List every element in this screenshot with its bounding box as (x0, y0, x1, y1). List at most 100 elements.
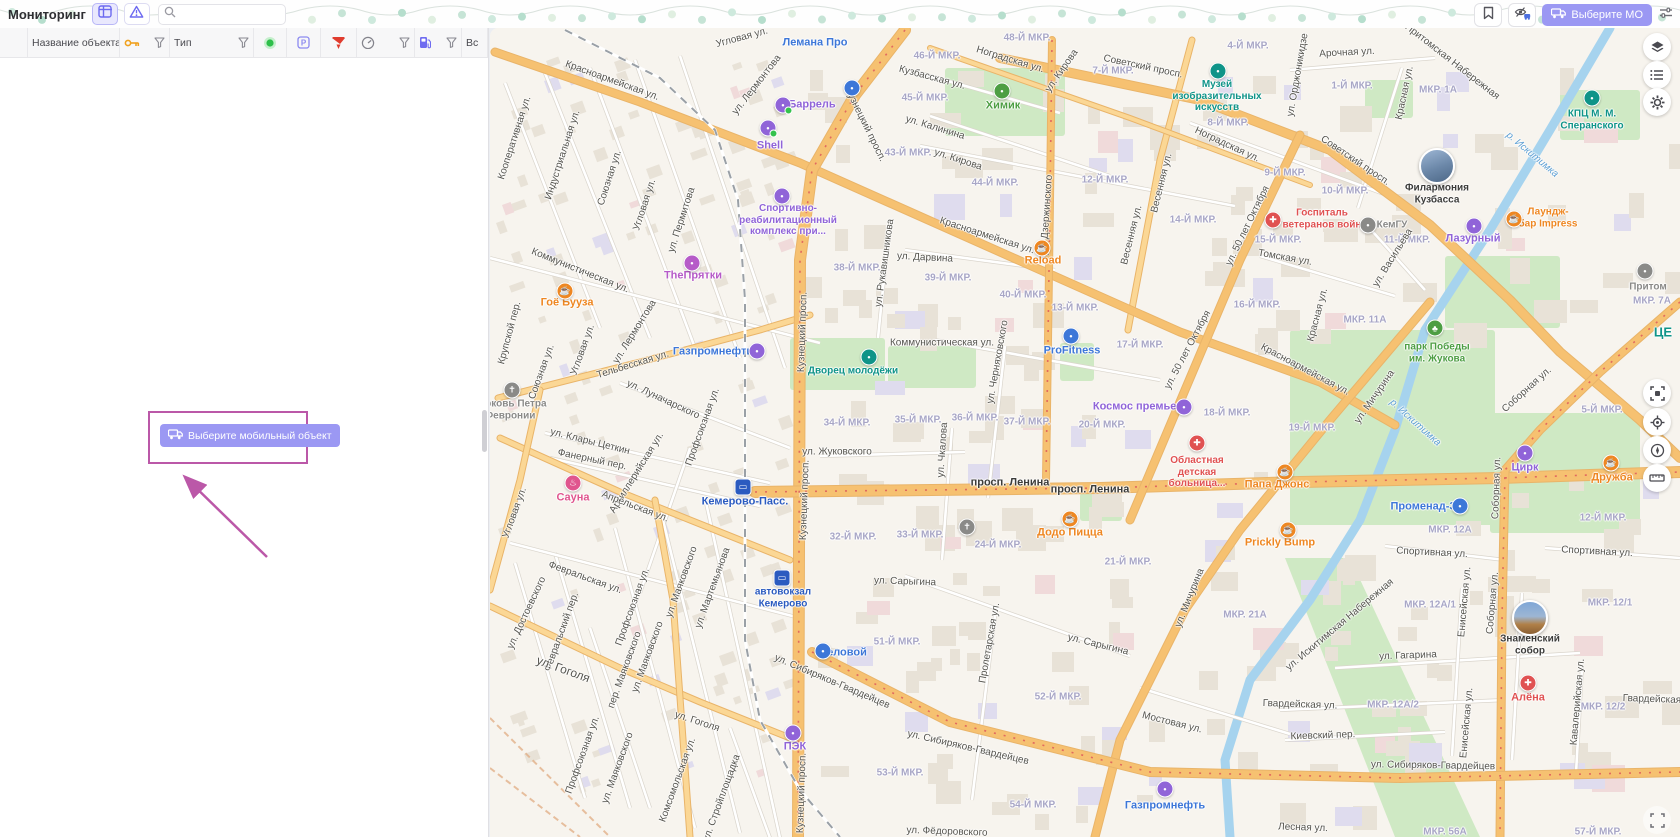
fit-bounds-button[interactable] (1643, 379, 1671, 407)
map-poi-label[interactable]: Дворец молодёжи (808, 365, 898, 377)
poi-marker[interactable]: • (1176, 399, 1193, 416)
poi-marker[interactable]: • (1063, 328, 1080, 345)
poi-marker[interactable]: ☕ (557, 283, 574, 300)
filter-icon[interactable] (399, 37, 410, 48)
filter-col-speed[interactable] (357, 28, 415, 57)
poi-marker[interactable]: ▭ (774, 570, 791, 587)
fullscreen-button[interactable] (1643, 806, 1671, 834)
map-poi-label[interactable]: Газпромнефть (1125, 800, 1205, 813)
hide-objects-button[interactable] (1508, 3, 1536, 27)
select-mobile-object-button[interactable]: Выберите мобильный объект (160, 424, 340, 447)
map-poi-label[interactable]: Газпромнефть (673, 346, 753, 359)
map-poi-label[interactable]: Областная детская больница... (1169, 455, 1226, 490)
poi-marker[interactable]: • (1360, 217, 1377, 234)
table-view-button[interactable] (92, 3, 118, 25)
map-poi-label[interactable]: Лазурный (1446, 233, 1501, 246)
poi-marker[interactable]: ☕ (1034, 240, 1051, 257)
filter-col-empty[interactable] (0, 28, 28, 57)
poi-marker[interactable]: • (1584, 90, 1601, 107)
poi-marker[interactable]: • (1157, 781, 1174, 798)
poi-marker[interactable]: ☕ (1277, 464, 1294, 481)
filter-col-object-name[interactable]: Название объекта (28, 28, 120, 57)
legend-button[interactable] (1643, 61, 1671, 89)
poi-marker[interactable]: • (749, 343, 766, 360)
filter-icon[interactable] (154, 37, 165, 48)
map-poi-label[interactable]: Алёна (1511, 692, 1545, 705)
map-poi-label[interactable]: Баррель (788, 99, 835, 112)
map-poi-label[interactable]: просп. Ленина (971, 477, 1050, 490)
measure-button[interactable] (1643, 464, 1671, 492)
poi-marker[interactable]: ☕ (1062, 511, 1079, 528)
filter-icon[interactable] (446, 37, 457, 48)
map-poi-label[interactable]: Кемерово-Пасс. (702, 496, 789, 509)
map-poi-label[interactable]: парк Победы им. Жукова (1404, 342, 1469, 365)
filter-col-fuel[interactable] (415, 28, 462, 57)
poi-marker[interactable]: • (1517, 445, 1534, 462)
map-poi-label[interactable]: ЦЕ (1654, 326, 1672, 341)
alerts-button[interactable] (124, 3, 150, 25)
poi-marker[interactable]: • (1452, 498, 1469, 515)
map-poi-label[interactable]: автовокзал Кемерово (755, 587, 811, 610)
map-poi-label[interactable]: Reload (1025, 255, 1062, 268)
layers-button[interactable] (1643, 33, 1671, 61)
filter-col-status[interactable] (254, 28, 287, 57)
filter-col-signal[interactable] (321, 28, 357, 57)
map-poi-label[interactable]: Prickly Bump (1245, 537, 1315, 550)
map-poi-label[interactable]: Лаундж- бар Impress (1519, 207, 1578, 230)
panel-scrollbar[interactable] (482, 410, 487, 452)
map-poi-label[interactable]: просп. Ленина (1051, 484, 1130, 497)
photo-marker[interactable] (1419, 148, 1455, 184)
poi-marker[interactable]: ▭ (735, 479, 752, 496)
map-poi-label[interactable]: ПЭК (784, 741, 806, 754)
map-poi-label[interactable]: Сауна (556, 492, 589, 505)
select-mo-button[interactable]: Выберите МО (1542, 4, 1652, 26)
map-area[interactable]: Лемана ПроБаррельShellКрасноармейская ул… (490, 28, 1680, 837)
compass-button[interactable] (1643, 436, 1671, 464)
search-input[interactable] (176, 7, 270, 21)
map-poi-label[interactable]: Космос премьер (1093, 401, 1183, 414)
map-poi-label[interactable]: церковь Петра Февронии (490, 399, 547, 422)
poi-marker[interactable]: • (1637, 263, 1654, 280)
poi-marker[interactable]: ✚ (1520, 675, 1537, 692)
poi-marker[interactable]: • (844, 80, 861, 97)
map-poi-label[interactable]: ProFitness (1044, 345, 1101, 358)
poi-marker[interactable]: • (861, 349, 878, 366)
map-poi-label[interactable]: Цирк (1511, 462, 1538, 475)
map-poi-label[interactable]: Дружба (1591, 472, 1632, 485)
poi-marker[interactable]: ♣ (1427, 320, 1444, 337)
poi-marker[interactable]: ☕ (1603, 455, 1620, 472)
poi-marker[interactable]: • (1466, 218, 1483, 235)
poi-marker[interactable]: • (1210, 63, 1227, 80)
filter-col-parking[interactable]: P (287, 28, 321, 57)
poi-marker[interactable]: ✚ (1265, 212, 1282, 229)
map-poi-label[interactable]: Музей изобразительных искусств (1172, 79, 1261, 114)
bookmarks-button[interactable] (1474, 3, 1502, 27)
map-poi-label[interactable]: Додо Пицца (1037, 527, 1103, 540)
map-poi-label[interactable]: Спортивно- реабилитационный комплекс при… (739, 203, 837, 238)
filter-col-time[interactable]: Вс (462, 28, 488, 57)
settings-sliders-icon[interactable] (1658, 6, 1674, 25)
map-poi-label[interactable]: Папа Джонс (1245, 479, 1310, 492)
map-poi-label[interactable]: Shell (757, 140, 783, 153)
poi-marker[interactable]: • (684, 255, 701, 272)
photo-marker[interactable] (1512, 600, 1548, 636)
map-poi-label[interactable]: Филармония Кузбасса (1405, 183, 1469, 206)
locate-button[interactable] (1643, 408, 1671, 436)
map-poi-label[interactable]: Госпиталь ветеранов войн (1283, 208, 1362, 231)
poi-marker[interactable]: • (774, 188, 791, 205)
poi-marker[interactable]: ✚ (1189, 435, 1206, 452)
poi-marker[interactable]: ☕ (1280, 522, 1297, 539)
map-poi-label[interactable]: Притом (1629, 281, 1667, 293)
search-box[interactable] (158, 4, 286, 25)
map-poi-label[interactable]: КПЦ М. М. Сперанского (1560, 109, 1623, 132)
map-poi-label[interactable]: Лемана Про (783, 37, 848, 50)
map-poi-label[interactable]: Химик (986, 100, 1021, 113)
poi-marker[interactable]: ✝ (959, 519, 976, 536)
poi-marker[interactable]: ✝ (504, 382, 521, 399)
poi-marker[interactable]: • (760, 120, 777, 137)
filter-icon[interactable] (238, 37, 249, 48)
map-settings-button[interactable] (1643, 88, 1671, 116)
poi-marker[interactable]: • (775, 97, 792, 114)
poi-marker[interactable]: • (785, 725, 802, 742)
map-poi-label[interactable]: TheПрятки (664, 270, 722, 283)
